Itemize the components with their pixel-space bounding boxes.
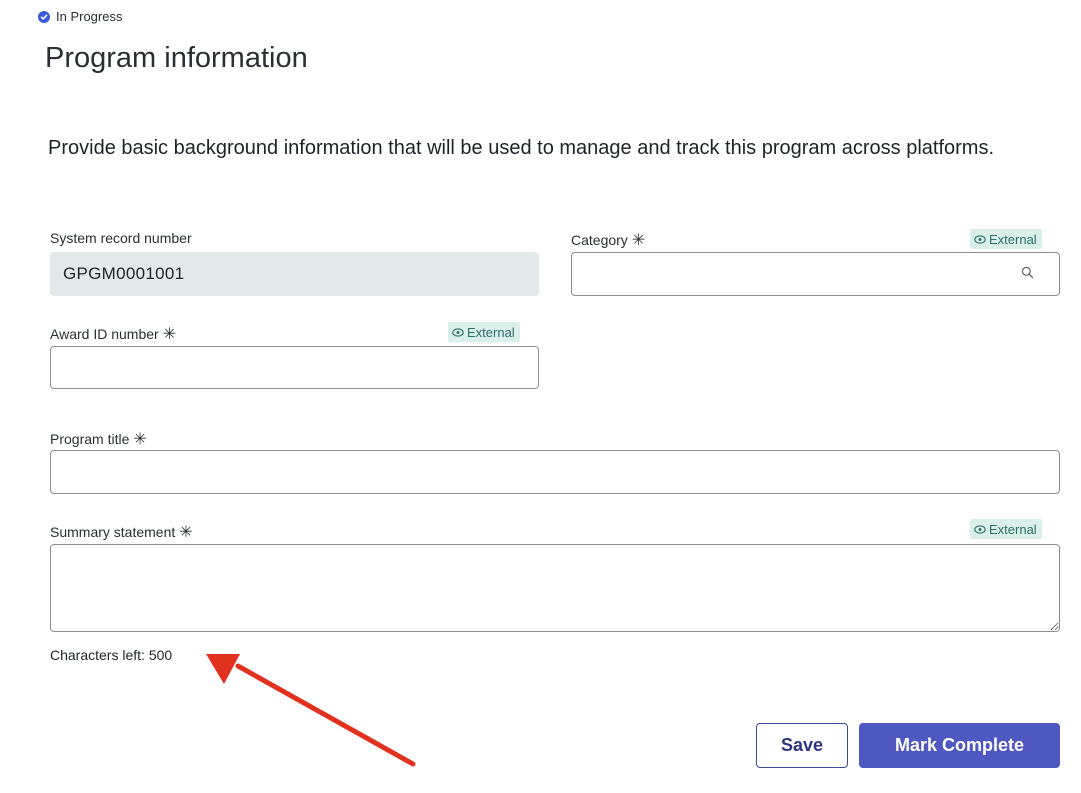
required-icon: ✳: [133, 431, 147, 448]
eye-icon: [452, 327, 464, 337]
status-indicator: In Progress: [38, 9, 122, 24]
search-icon[interactable]: [1021, 266, 1034, 284]
field-label-text: Category: [571, 232, 628, 248]
field-label-text: Program title: [50, 431, 130, 447]
system-record-number-field: GPGM0001001: [50, 252, 539, 296]
characters-left-counter: Characters left: 500: [50, 647, 173, 663]
field-label-text: System record number: [50, 230, 192, 246]
page-title: Program information: [45, 42, 308, 74]
status-label: In Progress: [56, 9, 123, 24]
summary-statement-textarea[interactable]: [50, 544, 1060, 632]
save-button[interactable]: Save: [756, 723, 848, 768]
award-id-input[interactable]: [50, 346, 539, 389]
system-record-number-label: System record number: [50, 230, 192, 246]
program-title-input[interactable]: [50, 450, 1060, 494]
program-title-label: Program title ✳: [50, 429, 147, 449]
required-icon: ✳: [179, 524, 193, 541]
required-icon: ✳: [631, 232, 646, 249]
annotation-arrow: [206, 654, 416, 767]
category-label: Category ✳: [571, 230, 645, 250]
field-label-text: Award ID number: [50, 326, 159, 342]
check-circle-icon: [38, 10, 50, 23]
external-badge-label: External: [467, 324, 515, 340]
field-label-text: Summary statement: [50, 524, 176, 540]
award-id-label: Award ID number ✳: [50, 324, 176, 344]
eye-icon: [974, 234, 986, 244]
summary-statement-label: Summary statement ✳: [50, 522, 193, 542]
external-badge: External: [970, 229, 1042, 249]
mark-complete-button[interactable]: Mark Complete: [859, 723, 1060, 768]
required-icon: ✳: [162, 326, 177, 343]
external-badge: External: [448, 322, 520, 342]
external-badge-label: External: [989, 521, 1037, 537]
intro-text: Provide basic background information tha…: [48, 137, 995, 159]
program-information-page: In Progress Program information Provide …: [0, 0, 1081, 793]
external-badge: External: [970, 519, 1042, 539]
external-badge-label: External: [989, 231, 1037, 247]
system-record-number-value: GPGM0001001: [63, 264, 185, 283]
category-input[interactable]: [571, 252, 1060, 296]
eye-icon: [974, 524, 986, 534]
